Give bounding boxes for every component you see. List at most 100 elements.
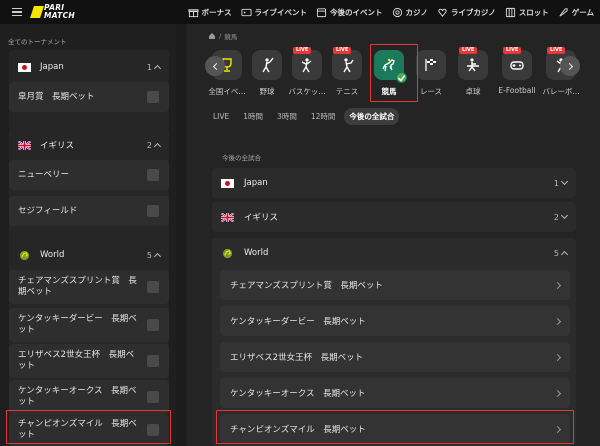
chevron-right-icon <box>553 317 562 325</box>
nav-games-label: ゲーム <box>571 7 594 17</box>
nav-games[interactable]: ゲーム <box>558 7 594 18</box>
sidebar-item-kentucky-derby[interactable]: ケンタッキーダービー 長期ベット <box>9 308 169 342</box>
sidebar-item-label: チャンピオンズマイル 長期ベット <box>18 419 137 440</box>
chevron-up-icon[interactable] <box>153 142 162 151</box>
section-title: 今後の全試合 <box>222 154 261 162</box>
chevron-up-icon[interactable] <box>560 250 569 259</box>
breadcrumb-separator: / <box>219 32 222 40</box>
sport-tile-efootball[interactable]: LIVE E-Football <box>494 47 540 106</box>
checkbox[interactable] <box>147 355 159 367</box>
nav-live-casino[interactable]: ライブカジノ <box>437 7 496 18</box>
checkbox[interactable] <box>147 91 159 103</box>
filter-1-hour[interactable]: 1時間 <box>238 108 268 125</box>
checkbox[interactable] <box>147 169 159 181</box>
sidebar-group-count: 2 <box>146 140 152 150</box>
checkbox[interactable] <box>147 319 159 331</box>
sidebar-item-chairmans-sprint[interactable]: チェアマンズスプリント賞 長期ベット <box>9 270 169 304</box>
sport-label: テニス <box>335 87 359 96</box>
slot-icon <box>505 7 515 17</box>
main-group-world-header[interactable]: World 5 <box>212 238 576 268</box>
nav-upcoming-events[interactable]: 今後のイベント <box>316 7 383 18</box>
nav-bonus[interactable]: ボーナス <box>187 7 232 18</box>
horse-racing-icon <box>382 58 395 72</box>
chevron-left-icon <box>212 62 220 70</box>
parimatch-logo[interactable]: PARI MATCH <box>30 3 88 21</box>
sidebar-item-kentucky-oaks[interactable]: ケンタッキーオークス 長期ベット <box>9 380 169 414</box>
sidebar-item-satsuki-sho[interactable]: 皐月賞 長期ベット <box>9 82 169 112</box>
chevron-right-icon <box>553 281 562 289</box>
checkbox[interactable] <box>147 205 159 217</box>
event-row-label: エリザベス2世女王杯 長期ベット <box>230 353 364 363</box>
checkbox[interactable] <box>147 391 159 403</box>
chevron-up-icon[interactable] <box>153 64 162 73</box>
main-group-uk-header[interactable]: イギリス 2 <box>212 202 576 232</box>
filter-live[interactable]: LIVE <box>208 108 234 125</box>
checkbox[interactable] <box>147 424 159 436</box>
filter-all-upcoming[interactable]: 今後の全試合 <box>344 108 400 125</box>
sport-label: レース <box>419 87 443 96</box>
event-row-chairmans-sprint[interactable]: チェアマンズスプリント賞 長期ベット <box>220 270 570 300</box>
main-group-name: イギリス <box>244 213 279 223</box>
sport-label: 競馬 <box>381 87 397 96</box>
sidebar-item-newbury[interactable]: ニューベリー <box>9 160 169 190</box>
tennis-icon <box>343 58 354 73</box>
live-badge: LIVE <box>503 47 522 54</box>
sidebar-group-name: イギリス <box>40 141 75 151</box>
hamburger-menu-icon[interactable] <box>6 0 28 24</box>
nav-live-casino-label: ライブカジノ <box>450 7 496 17</box>
event-row-label: チェアマンズスプリント賞 長期ベット <box>230 281 383 291</box>
breadcrumb: / 競馬 <box>208 31 237 41</box>
event-row-champions-mile[interactable]: チャンピオンズマイル 長期ベット <box>220 414 570 444</box>
sidebar-group-world-header[interactable]: World 5 <box>9 238 169 272</box>
sidebar-item-sedgefield[interactable]: セジフィールド <box>9 196 169 226</box>
sport-label: 卓球 <box>465 87 481 96</box>
basketball-icon <box>301 58 312 73</box>
sport-tile-horse-racing[interactable]: 競馬 <box>366 48 412 106</box>
home-icon[interactable] <box>208 32 216 40</box>
sidebar-group-japan-header[interactable]: Japan 1 <box>9 50 169 84</box>
breadcrumb-current[interactable]: 競馬 <box>224 31 237 41</box>
sport-tile-volleyball[interactable]: LIVE バレーボ... <box>538 47 584 106</box>
sidebar-group-uk-header[interactable]: イギリス 2 <box>9 128 169 162</box>
main-group-count: 5 <box>553 248 559 258</box>
sidebar-item-queen-elizabeth-cup[interactable]: エリザベス2世女王杯 長期ベット <box>9 344 169 378</box>
main-nav: ボーナス ライブイベント 今後のイベント カジノ ライブカジノ スロット ゲーム <box>187 7 594 18</box>
carousel-prev-button[interactable] <box>205 56 225 76</box>
live-badge: LIVE <box>293 47 312 54</box>
carousel-next-button[interactable] <box>560 56 580 76</box>
sidebar-group-count: 5 <box>146 250 152 260</box>
rocket-icon <box>559 7 568 17</box>
checkbox[interactable] <box>147 281 159 293</box>
event-row-queen-elizabeth-cup[interactable]: エリザベス2世女王杯 長期ベット <box>220 342 570 372</box>
event-row-kentucky-oaks[interactable]: ケンタッキーオークス 長期ベット <box>220 378 570 408</box>
main-content: / 競馬 全国イベ... 野球 LIVE バスケッ... LIVE テニス 競馬… <box>186 24 600 446</box>
main-group-japan-header[interactable]: Japan 1 <box>212 168 576 198</box>
baseball-icon <box>262 57 274 73</box>
chevron-up-icon[interactable] <box>153 252 162 261</box>
casino-chip-icon <box>392 7 402 17</box>
nav-upcoming-events-label: 今後のイベント <box>330 7 383 17</box>
live-tv-icon <box>240 8 252 16</box>
sport-tile-table-tennis[interactable]: LIVE 卓球 <box>450 47 496 106</box>
chevron-down-icon[interactable] <box>560 177 569 186</box>
sport-tile-racing[interactable]: レース <box>408 48 454 106</box>
sport-tile-tennis[interactable]: LIVE テニス <box>324 47 370 106</box>
filter-3-hours[interactable]: 3時間 <box>272 108 302 125</box>
live-badge: LIVE <box>459 47 478 54</box>
live-badge: LIVE <box>333 47 352 54</box>
chevron-down-icon[interactable] <box>560 211 569 220</box>
sidebar-item-label: ニューベリー <box>18 169 70 180</box>
filter-12-hours[interactable]: 12時間 <box>306 108 341 125</box>
nav-casino[interactable]: カジノ <box>392 7 428 18</box>
main-group-count: 1 <box>553 178 559 188</box>
main-group-name: World <box>244 248 269 258</box>
gift-icon <box>187 8 199 17</box>
event-row-kentucky-derby[interactable]: ケンタッキーダービー 長期ベット <box>220 306 570 336</box>
calendar-icon <box>316 7 327 17</box>
event-row-label: ケンタッキーオークス 長期ベット <box>230 389 366 399</box>
sidebar-item-champions-mile[interactable]: チャンピオンズマイル 長期ベット <box>9 414 169 446</box>
sidebar-item-label: セジフィールド <box>18 205 78 216</box>
nav-live-events[interactable]: ライブイベント <box>240 7 307 18</box>
nav-slots[interactable]: スロット <box>505 7 549 18</box>
main-group-count: 2 <box>553 212 559 222</box>
